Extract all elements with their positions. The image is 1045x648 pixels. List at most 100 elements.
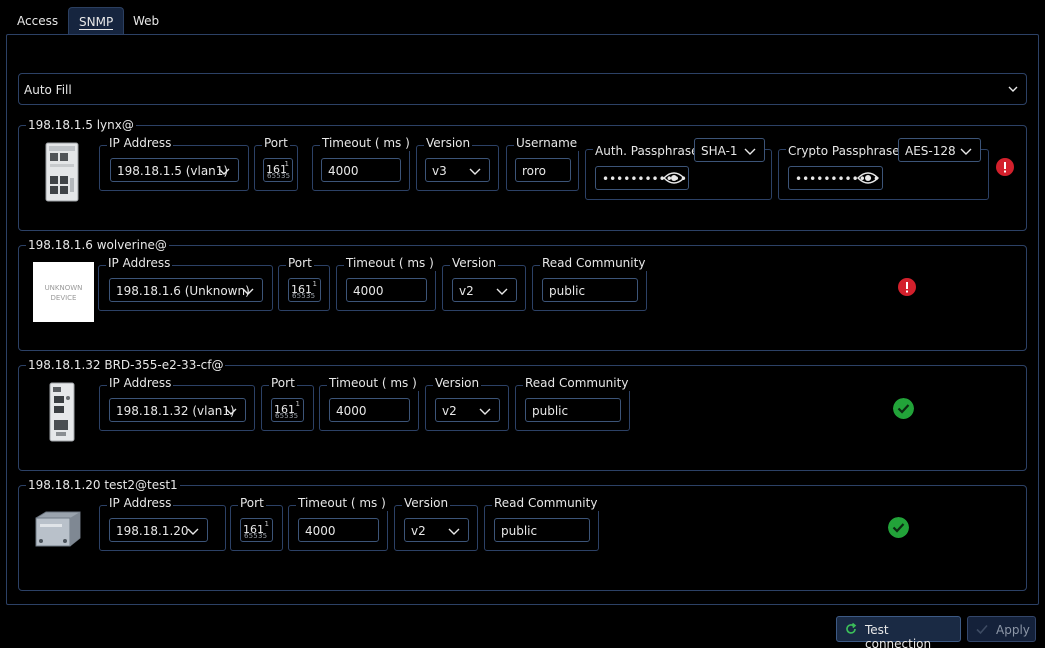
success-check-icon[interactable] (893, 398, 914, 419)
unknown-device-text: UNKNOWN DEVICE (44, 284, 83, 302)
port-min-value: 1 (295, 400, 300, 408)
crypto-algorithm-value: AES-128 (905, 144, 956, 158)
port-max-value: 65535 (275, 412, 299, 420)
read-community-value: public (549, 284, 586, 298)
apply-button[interactable]: Apply (967, 616, 1036, 642)
timeout-value: 4000 (328, 164, 359, 178)
chevron-down-icon (479, 408, 491, 415)
username-input[interactable]: roro (515, 158, 571, 182)
timeout-value: 4000 (305, 524, 336, 538)
version-field: Version v3 (416, 135, 499, 191)
version-select[interactable]: v2 (452, 278, 517, 302)
port-input[interactable]: 161 1 65535 (288, 278, 321, 302)
ip-address-value: 198.18.1.5 (vlan1) (117, 164, 229, 178)
timeout-label: Timeout ( ms ) (344, 255, 436, 271)
port-max-value: 65535 (292, 292, 316, 300)
timeout-label: Timeout ( ms ) (320, 135, 412, 151)
timeout-value: 4000 (336, 404, 367, 418)
ip-address-select[interactable]: 198.18.1.20 (109, 518, 208, 542)
crypto-algorithm-select[interactable]: AES-128 (898, 138, 981, 162)
device-title: 198.18.1.32 BRD-355-e2-33-cf@ (26, 358, 226, 373)
device-title: 198.18.1.6 wolverine@ (26, 238, 169, 253)
read-community-input[interactable]: public (525, 398, 621, 422)
auth-passphrase-field: Auth. Passphrase SHA-1 •••••••••••• (585, 138, 772, 200)
timeout-label: Timeout ( ms ) (327, 375, 419, 391)
read-community-field: Read Community public (532, 255, 648, 311)
port-max-value: 65535 (267, 172, 291, 180)
device-group-test2: 198.18.1.20 test2@test1 IP Address 198.1… (18, 478, 1027, 591)
error-status-icon[interactable] (996, 158, 1014, 176)
username-label: Username (514, 135, 580, 151)
timeout-input[interactable]: 4000 (329, 398, 410, 422)
version-value: v2 (459, 284, 474, 298)
auth-algorithm-select[interactable]: SHA-1 (694, 138, 765, 162)
success-check-icon[interactable] (888, 517, 909, 538)
auto-fill-select[interactable]: Auto Fill (18, 73, 1027, 105)
port-label: Port (269, 375, 297, 391)
port-input[interactable]: 161 1 65535 (263, 158, 293, 182)
version-field: Version v2 (394, 495, 478, 551)
ip-address-label: IP Address (107, 495, 174, 511)
username-field: Username roro (506, 135, 580, 191)
port-input[interactable]: 161 1 65535 (271, 398, 304, 422)
device-group-wolverine: 198.18.1.6 wolverine@ UNKNOWN DEVICE IP … (18, 238, 1027, 351)
ip-address-field: IP Address 198.18.1.20 (99, 495, 226, 551)
version-value: v2 (411, 524, 426, 538)
version-label: Version (402, 495, 451, 511)
ip-address-select[interactable]: 198.18.1.32 (vlan1) (109, 398, 246, 422)
router-device-image (49, 382, 75, 442)
eye-icon[interactable] (663, 171, 685, 185)
auth-passphrase-input[interactable]: •••••••••••• (595, 166, 689, 190)
version-label: Version (450, 255, 499, 271)
ip-address-value: 198.18.1.32 (vlan1) (116, 404, 235, 418)
tab-access[interactable]: Access (7, 7, 68, 34)
read-community-value: public (501, 524, 538, 538)
version-select[interactable]: v2 (404, 518, 469, 542)
timeout-field: Timeout ( ms ) 4000 (312, 135, 412, 191)
version-field: Version v2 (425, 375, 509, 431)
read-community-label: Read Community (492, 495, 600, 511)
ip-address-field: IP Address 198.18.1.6 (Unknown) (98, 255, 273, 311)
timeout-input[interactable]: 4000 (321, 158, 401, 182)
version-select[interactable]: v2 (435, 398, 500, 422)
chevron-down-icon (187, 528, 199, 535)
port-field: Port 161 1 65535 (261, 375, 314, 431)
auth-passphrase-label: Auth. Passphrase (593, 143, 701, 159)
crypto-passphrase-input[interactable]: •••••••••••• (788, 166, 883, 190)
port-field: Port 161 1 65535 (254, 135, 298, 191)
device-title: 198.18.1.20 test2@test1 (26, 478, 180, 493)
test-connection-button[interactable]: Test connection (836, 616, 961, 648)
version-value: v2 (442, 404, 457, 418)
tab-access-label: Access (17, 14, 59, 28)
timeout-input[interactable]: 4000 (298, 518, 379, 542)
read-community-input[interactable]: public (542, 278, 638, 302)
timeout-field: Timeout ( ms ) 4000 (319, 375, 419, 431)
port-max-value: 65535 (244, 532, 268, 540)
tab-web-label: Web (133, 14, 160, 28)
version-field: Version v2 (442, 255, 526, 311)
read-community-field: Read Community public (484, 495, 600, 551)
port-min-value: 1 (264, 520, 269, 528)
check-icon (976, 624, 988, 635)
timeout-input[interactable]: 4000 (346, 278, 427, 302)
error-status-icon[interactable] (898, 278, 916, 296)
version-label: Version (433, 375, 482, 391)
version-label: Version (424, 135, 473, 151)
port-label: Port (286, 255, 314, 271)
auth-algorithm-value: SHA-1 (701, 144, 738, 158)
test-connection-label: Test connection (865, 623, 932, 648)
chevron-down-icon (469, 168, 481, 175)
chevron-down-icon (448, 528, 460, 535)
tab-snmp[interactable]: SNMP (68, 7, 125, 34)
ip-address-select[interactable]: 198.18.1.5 (vlan1) (110, 158, 239, 182)
tab-web[interactable]: Web (123, 7, 169, 34)
read-community-input[interactable]: public (494, 518, 590, 542)
read-community-label: Read Community (540, 255, 648, 271)
chevron-down-icon (225, 408, 237, 415)
timeout-label: Timeout ( ms ) (296, 495, 388, 511)
eye-icon[interactable] (857, 171, 879, 185)
version-select[interactable]: v3 (425, 158, 490, 182)
timeout-field: Timeout ( ms ) 4000 (288, 495, 388, 551)
ip-address-select[interactable]: 198.18.1.6 (Unknown) (109, 278, 263, 302)
port-input[interactable]: 161 1 65535 (240, 518, 273, 542)
